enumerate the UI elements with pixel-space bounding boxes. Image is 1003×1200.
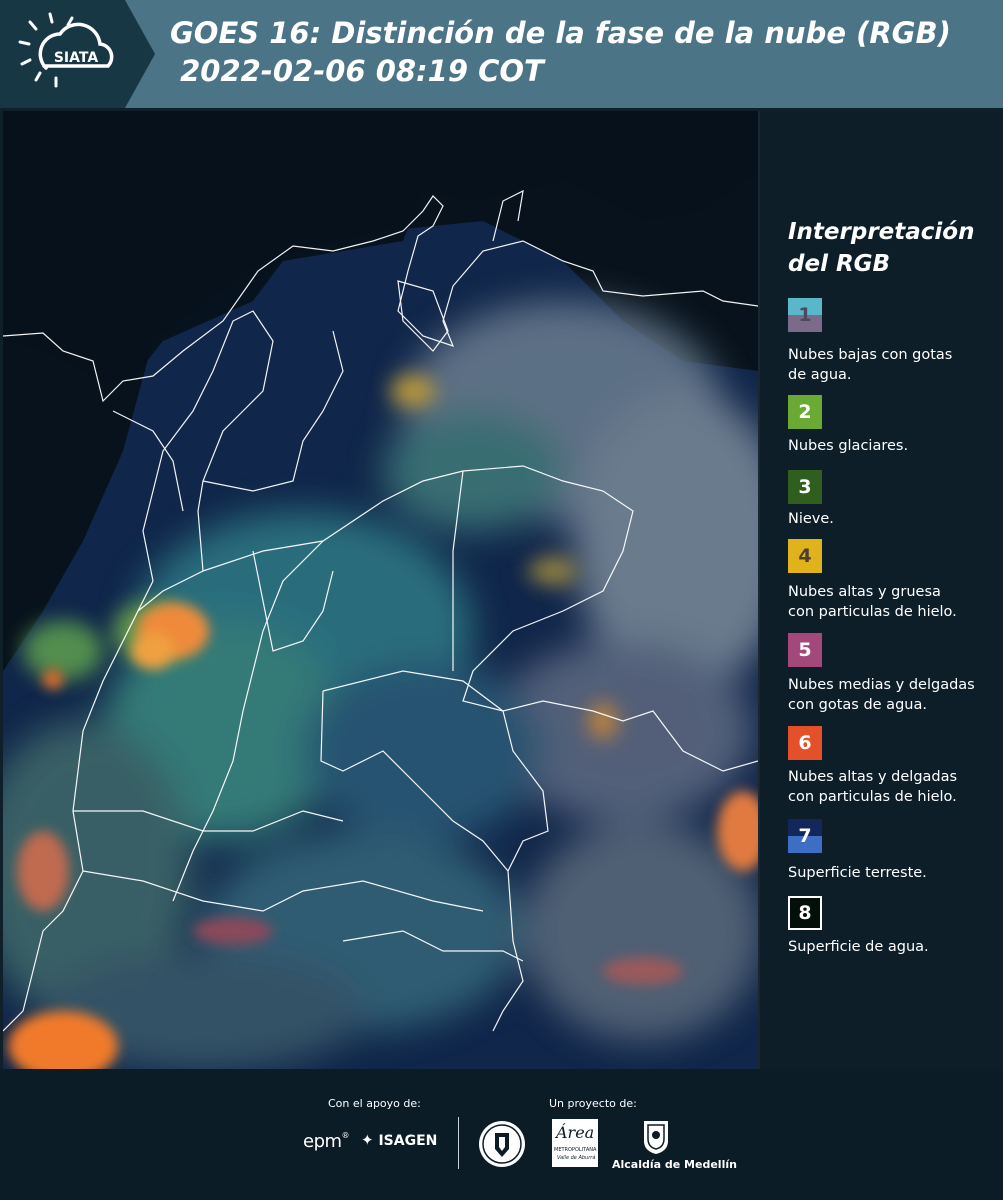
legend-label-7: Superficie terreste. [788, 865, 927, 881]
legend-swatch-8: 8 [788, 896, 822, 930]
area-logo-text: Área [556, 1123, 595, 1142]
logo-banner: SIATA [0, 0, 155, 108]
area-logo-subtext-2: Valle de Aburrá [557, 1155, 596, 1161]
legend-swatch-2: 2 [788, 395, 822, 429]
legend-label-3: Nieve. [788, 511, 834, 527]
legend-swatch-3: 3 [788, 470, 822, 504]
area-metropolitana-logo: Área METROPOLITANA Valle de Aburrá [552, 1119, 598, 1167]
footer: Con el apoyo de: Un proyecto de: epm® ✦ … [0, 1069, 1003, 1200]
area-logo-subtext: METROPOLITANA [554, 1147, 597, 1153]
legend-swatch-7: 7 [788, 819, 822, 853]
legend-number-1: 1 [798, 304, 812, 326]
legend-number-7: 7 [798, 825, 812, 847]
legend-label-2: Nubes glaciares. [788, 438, 909, 454]
isagen-star-icon: ✦ [361, 1131, 374, 1149]
legend-number-3: 3 [798, 476, 812, 498]
legend-number-2: 2 [798, 401, 812, 423]
logo-text: SIATA [54, 50, 99, 66]
isagen-logo: ✦ ISAGEN [361, 1131, 437, 1149]
legend-swatch-5: 5 [788, 633, 822, 667]
legend-number-5: 5 [798, 639, 812, 661]
registered-mark: ® [341, 1131, 350, 1140]
isagen-logo-text: ISAGEN [378, 1133, 438, 1149]
header-bar: SIATA GOES 16: Distinción de la fase de … [0, 0, 1003, 108]
footer-divider [458, 1117, 459, 1169]
alcaldia-shield-icon [644, 1121, 668, 1154]
satellite-map[interactable] [3, 111, 758, 1069]
legend-label-8: Superficie de agua. [788, 939, 929, 955]
satellite-image [3, 111, 758, 1069]
legend-panel: Interpretación del RGB 1 Nubes bajas con… [760, 111, 1003, 1069]
project-label: Un proyecto de: [549, 1097, 637, 1110]
legend-swatch-6: 6 [788, 726, 822, 760]
epm-logo: epm® [303, 1131, 350, 1152]
alcaldia-logo-text: Alcaldía de Medellín [612, 1158, 737, 1171]
legend-swatch-4: 4 [788, 539, 822, 573]
legend-label-4: Nubes altas y gruesa con particulas de h… [788, 584, 957, 620]
legend-label-6: Nubes altas y delgadas con particulas de… [788, 769, 958, 805]
page-title: GOES 16: Distinción de la fase de la nub… [170, 16, 951, 88]
legend-number-8: 8 [798, 902, 812, 924]
legend-number-4: 4 [798, 545, 812, 567]
support-label: Con el apoyo de: [328, 1097, 421, 1110]
legend-label-5: Nubes medias y delgadas con gotas de agu… [788, 677, 975, 713]
legend-swatch-1: 1 [788, 298, 822, 332]
seal-logo-icon [479, 1121, 525, 1167]
epm-logo-text: epm [303, 1131, 342, 1152]
legend-label-1: Nubes bajas con gotas de agua. [788, 347, 953, 383]
legend-number-6: 6 [798, 732, 812, 754]
legend-title: Interpretación del RGB [788, 219, 975, 277]
